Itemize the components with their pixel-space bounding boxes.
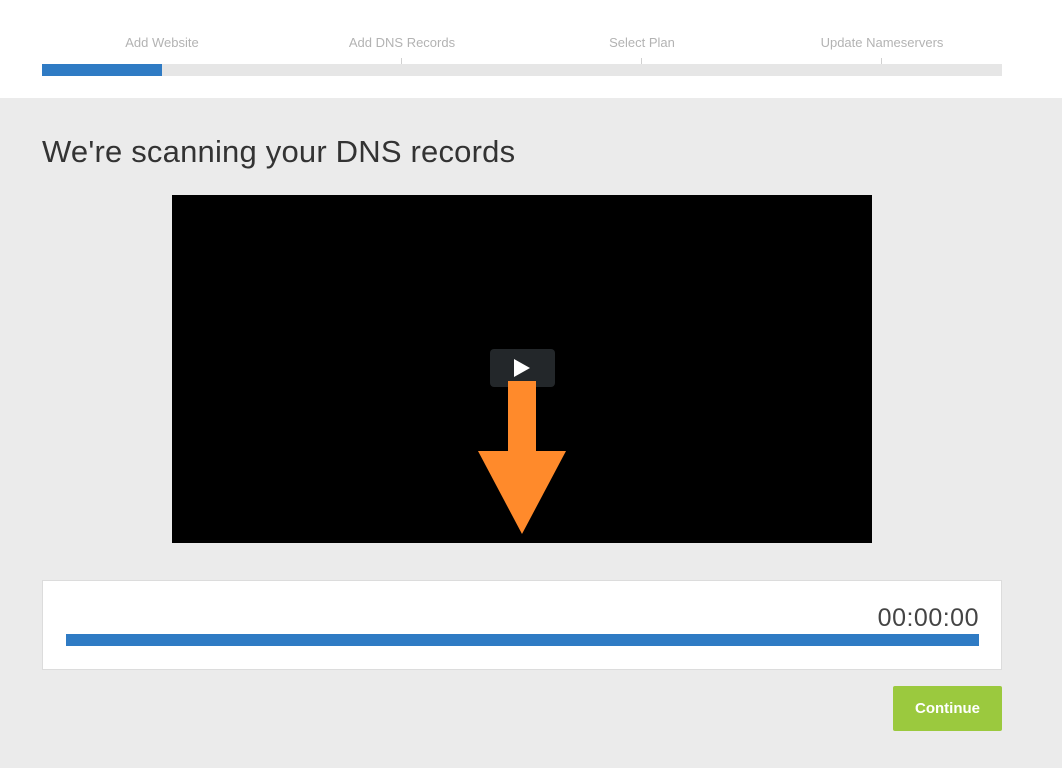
page-title: We're scanning your DNS records [42, 134, 516, 169]
scan-status-panel: 00:00:00 [42, 580, 1002, 670]
step-add-website: Add Website [125, 35, 199, 50]
elapsed-timer: 00:00:00 [877, 604, 979, 632]
step-tick [881, 58, 882, 64]
step-add-dns-records: Add DNS Records [348, 35, 456, 50]
wizard-header: Add Website Add DNS Records Select Plan … [0, 0, 1062, 98]
wizard-progress-track [42, 58, 1002, 76]
step-tick [401, 58, 402, 64]
play-icon [514, 359, 530, 377]
video-player[interactable] [172, 195, 872, 543]
wizard-progress-fill [42, 64, 162, 76]
continue-button[interactable]: Continue [893, 686, 1002, 731]
wizard-steps: Add Website Add DNS Records Select Plan … [42, 30, 1002, 76]
step-tick [641, 58, 642, 64]
arrow-down-icon [478, 381, 566, 534]
scan-progress-fill [66, 634, 979, 646]
step-select-plan: Select Plan [609, 35, 675, 50]
scan-progress-track [66, 634, 979, 646]
step-update-nameservers: Update Nameservers [820, 35, 944, 50]
